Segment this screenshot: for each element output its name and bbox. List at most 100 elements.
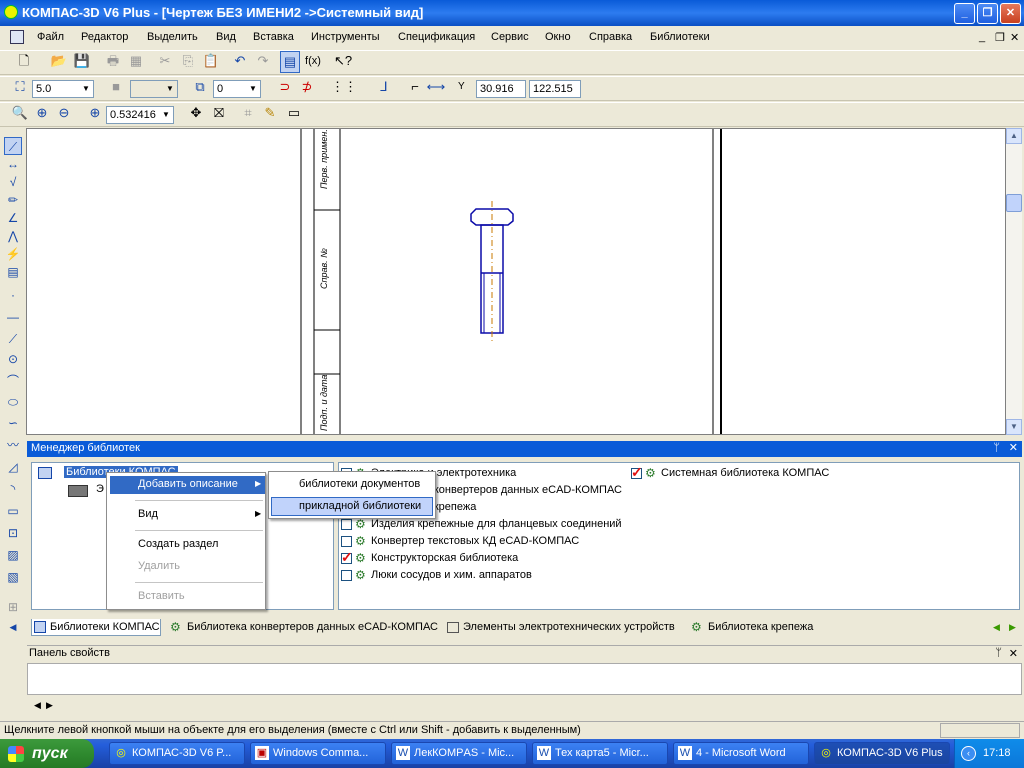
menu-service[interactable]: Сервис — [491, 31, 529, 43]
tab-fastener-library[interactable]: ⚙ Библиотека крепежа — [690, 619, 813, 636]
pin-icon[interactable]: ᛘ — [993, 441, 1000, 456]
scroll-thumb[interactable] — [1006, 194, 1022, 212]
rectangle-icon[interactable]: ▭ — [4, 502, 22, 520]
redo-icon[interactable]: ↷ — [253, 51, 273, 71]
start-button[interactable]: пуск — [0, 739, 94, 768]
tab-electrical-elements[interactable]: Элементы электротехнических устройств — [445, 619, 675, 636]
mdi-restore-button[interactable]: ❐ — [995, 31, 1005, 44]
paste-icon[interactable]: 📋 — [201, 51, 221, 71]
close-button[interactable]: ✕ — [1000, 3, 1021, 24]
props-scroll-left-icon[interactable]: ◀ — [34, 700, 41, 711]
chevron-down-icon[interactable]: ▼ — [79, 81, 93, 97]
equidistant-icon[interactable]: ⊡ — [4, 524, 22, 542]
ellipse-icon[interactable]: ⬭ — [4, 393, 22, 411]
grid-icon[interactable]: ⋮⋮ — [331, 77, 357, 97]
menu-item-view[interactable]: Вид — [138, 508, 158, 520]
layer-icon[interactable]: ⧉ — [190, 77, 210, 97]
snap-magnet-icon[interactable]: ⊃ — [275, 77, 295, 97]
arc-icon[interactable]: ⌒ — [4, 372, 22, 390]
polyline-icon[interactable]: 〰 — [4, 436, 22, 454]
menu-item-paste[interactable]: Вставить — [138, 590, 185, 602]
coord-x-field[interactable]: 30.916 — [476, 80, 526, 98]
new-file-icon[interactable]: 🗋 — [14, 51, 34, 71]
open-folder-icon[interactable]: 📂 — [49, 51, 69, 71]
submenu-item-documents-library[interactable]: библиотеки документов — [299, 478, 420, 490]
drawing-canvas[interactable]: Перв. примен. Справ. № Подп. и дата — [26, 128, 1006, 435]
cursor-coords-icon[interactable]: ⟷ — [426, 77, 446, 97]
copy-icon[interactable]: ⎘ — [178, 51, 198, 71]
zoom-in-icon[interactable]: ⊕ — [32, 103, 52, 123]
task-word-tech[interactable]: W Тех карта5 - Micr... — [532, 742, 668, 765]
library-manager-icon[interactable]: ▤ — [280, 51, 300, 73]
vertical-scrollbar[interactable]: ▲ ▼ — [1006, 128, 1022, 435]
dimensions-icon[interactable]: ↔ — [4, 155, 22, 173]
task-kompas-1[interactable]: ◎ КОМПАС-3D V6 P... — [109, 742, 245, 765]
step-icon[interactable]: ⛶ — [10, 77, 30, 97]
point-icon[interactable]: · — [4, 286, 22, 304]
scroll-up-icon[interactable]: ▲ — [1006, 128, 1022, 144]
menu-select[interactable]: Выделить — [147, 31, 198, 43]
spline-icon[interactable]: ∽ — [4, 414, 22, 432]
disabled-tool-icon[interactable]: ⊞ — [4, 598, 22, 616]
submenu-item-applied-library[interactable]: прикладной библиотеки — [299, 500, 421, 512]
mdi-close-button[interactable]: ✕ — [1010, 31, 1019, 44]
task-word-lek[interactable]: W ЛекКОМРAS - Mic... — [391, 742, 527, 765]
pin-icon[interactable]: ᛘ — [995, 647, 1002, 659]
task-windows-commander[interactable]: ▣ Windows Comma... — [250, 742, 386, 765]
local-cs-icon[interactable]: ⅃ — [374, 77, 394, 97]
chevron-down-icon[interactable]: ▼ — [159, 107, 173, 123]
hatch-icon[interactable]: ▨ — [4, 546, 22, 564]
style-icon[interactable]: ■ — [106, 77, 126, 97]
geometry-panel-icon[interactable]: ⟋ — [4, 137, 22, 155]
tray-arrow-icon[interactable]: ‹ — [961, 746, 976, 761]
menu-item-delete[interactable]: Удалить — [138, 560, 180, 572]
parametrize-icon[interactable]: ∠ — [4, 209, 22, 227]
function-icon[interactable]: f(x) — [303, 51, 323, 71]
zoom-field[interactable]: 0.532416 ▼ — [106, 106, 174, 124]
zoom-out-icon[interactable]: ⊖ — [54, 103, 74, 123]
chevron-down-icon[interactable]: ▼ — [163, 81, 177, 97]
tab-kompas-libraries[interactable]: Библиотеки КОМПАС — [31, 619, 161, 636]
menu-item-create-section[interactable]: Создать раздел — [138, 538, 218, 550]
scroll-down-icon[interactable]: ▼ — [1006, 419, 1022, 435]
task-word-4[interactable]: W 4 - Microsoft Word — [673, 742, 809, 765]
step-field[interactable]: 5.0 ▼ — [32, 80, 94, 98]
local-snap-icon[interactable]: ⊅ — [297, 77, 317, 97]
refresh-icon[interactable]: ⌗ — [238, 103, 258, 123]
mdi-minimize-button[interactable]: _ — [979, 31, 985, 43]
line-icon[interactable]: — — [4, 308, 22, 326]
menu-specification[interactable]: Спецификация — [398, 31, 475, 43]
menu-help[interactable]: Справка — [589, 31, 632, 43]
menu-insert[interactable]: Вставка — [253, 31, 294, 43]
segment-icon[interactable]: ⟋ — [4, 330, 22, 348]
coord-y-field[interactable]: 122.515 — [529, 80, 581, 98]
menu-item-add-description[interactable]: Добавить описание — [138, 478, 238, 490]
checkbox[interactable] — [341, 519, 352, 530]
show-all-icon[interactable]: ⛝ — [209, 103, 229, 123]
close-icon[interactable]: ✕ — [1009, 647, 1018, 660]
scroll-left-icon[interactable]: ◀ — [4, 618, 22, 636]
document-icon[interactable] — [10, 30, 24, 44]
props-scroll-right-icon[interactable]: ▶ — [46, 700, 53, 711]
spec-icon[interactable]: ▤ — [4, 263, 22, 281]
fill-icon[interactable]: ▧ — [4, 568, 22, 586]
tab-ecad-converters[interactable]: ⚙ Библиотека конвертеров данных eCAD-КОМП… — [169, 619, 438, 636]
menu-file[interactable]: Файл — [37, 31, 64, 43]
pan-icon[interactable]: ✥ — [186, 103, 206, 123]
close-icon[interactable]: ✕ — [1009, 441, 1018, 456]
menu-view[interactable]: Вид — [216, 31, 236, 43]
print-icon[interactable]: 🖶 — [103, 51, 123, 71]
help-pointer-icon[interactable]: ↖? — [333, 51, 353, 71]
circle-icon[interactable]: ⊙ — [4, 350, 22, 368]
restore-button[interactable]: ❐ — [977, 3, 998, 24]
preview-icon[interactable]: ▦ — [126, 51, 146, 71]
zoom-window-icon[interactable]: 🔍 — [10, 103, 30, 123]
minimize-button[interactable]: _ — [954, 3, 975, 24]
checkbox[interactable] — [341, 536, 352, 547]
layer-field[interactable]: 0 ▼ — [213, 80, 261, 98]
menu-libraries[interactable]: Библиотеки — [650, 31, 710, 43]
designations-icon[interactable]: √ — [4, 173, 22, 191]
tree-child-item[interactable]: Э — [96, 483, 104, 495]
menu-window[interactable]: Окно — [545, 31, 571, 43]
measure-icon[interactable]: ⋀ — [4, 227, 22, 245]
